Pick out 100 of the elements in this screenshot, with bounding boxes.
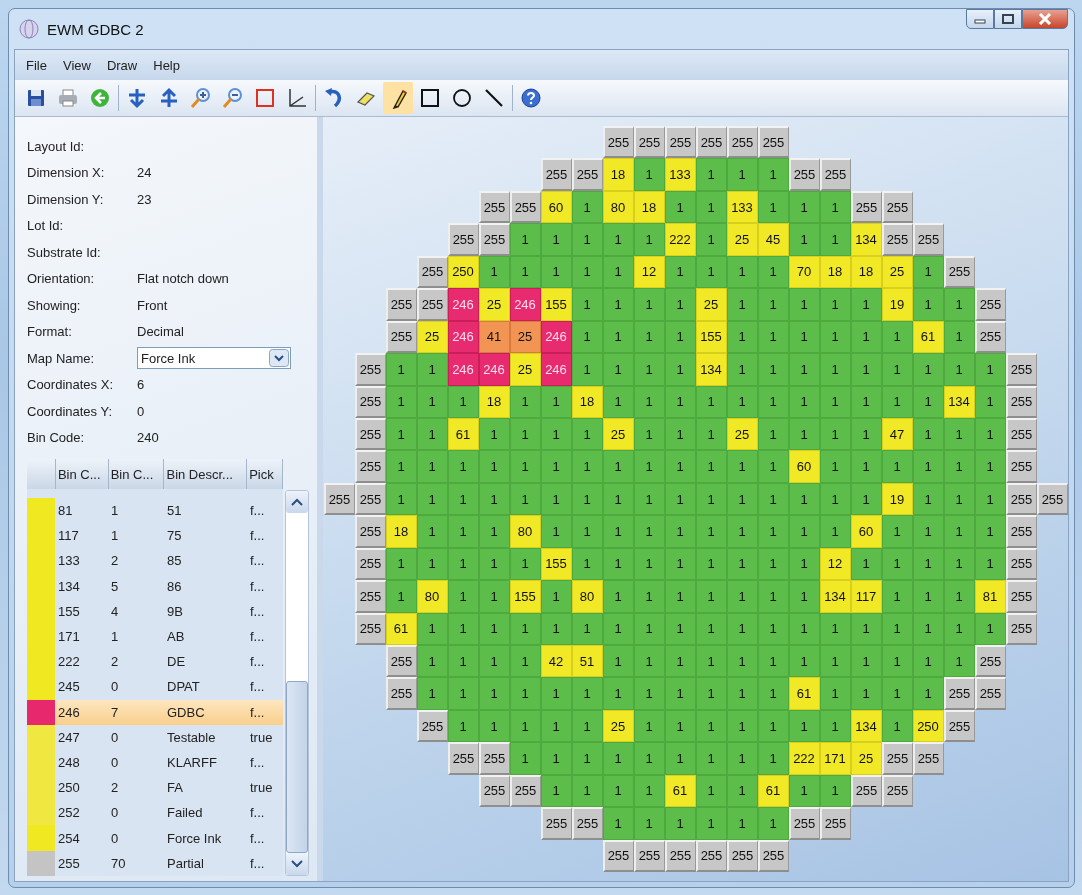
die-cell[interactable]: 1: [943, 450, 975, 483]
die-cell[interactable]: 60: [850, 515, 882, 548]
die-cell[interactable]: 1: [726, 580, 758, 613]
die-cell[interactable]: 1: [726, 742, 758, 775]
die-cell[interactable]: 25: [695, 288, 727, 321]
die-cell[interactable]: 1: [943, 645, 975, 678]
die-cell[interactable]: 1: [695, 158, 727, 191]
menu-item[interactable]: View: [55, 54, 98, 76]
die-cell[interactable]: 1: [416, 677, 448, 710]
die-cell[interactable]: 1: [943, 353, 975, 386]
die-cell[interactable]: 1: [447, 677, 479, 710]
die-cell[interactable]: 1: [788, 580, 820, 613]
die-cell[interactable]: 255: [602, 126, 634, 159]
die-cell[interactable]: 1: [633, 677, 665, 710]
die-cell[interactable]: 255: [478, 742, 510, 775]
die-cell[interactable]: 1: [757, 742, 789, 775]
die-cell[interactable]: 1: [912, 450, 944, 483]
die-cell[interactable]: 255: [571, 807, 603, 840]
die-cell[interactable]: 255: [416, 288, 448, 321]
die-cell[interactable]: 246: [540, 353, 572, 386]
die-cell[interactable]: 1: [943, 288, 975, 321]
die-cell[interactable]: 255: [478, 774, 510, 808]
die-cell[interactable]: 1: [757, 580, 789, 613]
die-cell[interactable]: 255: [1036, 482, 1068, 516]
die-cell[interactable]: 255: [943, 677, 975, 710]
die-cell[interactable]: 255: [385, 320, 417, 354]
die-cell[interactable]: 1: [726, 450, 758, 483]
die-cell[interactable]: 134: [819, 580, 851, 613]
die-cell[interactable]: 1: [478, 515, 510, 548]
die-cell[interactable]: 1: [571, 223, 603, 256]
menu-item[interactable]: Help: [146, 54, 187, 76]
die-cell[interactable]: 1: [540, 223, 572, 256]
die-cell[interactable]: 1: [974, 515, 1006, 548]
die-cell[interactable]: 255: [385, 288, 417, 321]
die-cell[interactable]: 255: [447, 742, 479, 775]
die-cell[interactable]: 222: [788, 742, 820, 775]
table-row[interactable]: 246 7 GDBC f...: [27, 699, 283, 725]
die-cell[interactable]: 1: [819, 677, 851, 710]
die-cell[interactable]: 1: [726, 288, 758, 321]
die-cell[interactable]: 222: [664, 223, 696, 256]
die-cell[interactable]: 1: [602, 645, 634, 678]
column-header[interactable]: Bin Descr...: [164, 459, 248, 489]
table-row[interactable]: 222 2 DE f...: [27, 649, 283, 675]
table-row[interactable]: 254 0 Force Ink f...: [27, 825, 283, 851]
die-cell[interactable]: 1: [664, 677, 696, 710]
die-cell[interactable]: 1: [726, 677, 758, 710]
die-cell[interactable]: 255: [943, 255, 975, 289]
die-cell[interactable]: 1: [695, 742, 727, 775]
die-cell[interactable]: 246: [447, 353, 479, 386]
table-row[interactable]: 247 0 Testable true: [27, 724, 283, 750]
die-cell[interactable]: 1: [571, 515, 603, 548]
die-cell[interactable]: 1: [757, 353, 789, 386]
die-cell[interactable]: 117: [850, 580, 882, 613]
die-cell[interactable]: 1: [912, 353, 944, 386]
die-cell[interactable]: 1: [633, 450, 665, 483]
die-cell[interactable]: 1: [912, 677, 944, 710]
die-cell[interactable]: 45: [757, 223, 789, 256]
table-row[interactable]: 81 1 51 f...: [27, 498, 283, 524]
die-cell[interactable]: 255: [881, 742, 913, 775]
die-cell[interactable]: 1: [757, 288, 789, 321]
die-cell[interactable]: 246: [478, 353, 510, 386]
die-cell[interactable]: 255: [1005, 450, 1037, 483]
die-cell[interactable]: 1: [943, 580, 975, 613]
table-row[interactable]: 155 4 9B f...: [27, 598, 283, 624]
die-cell[interactable]: 1: [385, 353, 417, 386]
die-cell[interactable]: 1: [695, 223, 727, 256]
die-cell[interactable]: 1: [571, 742, 603, 775]
die-cell[interactable]: 134: [695, 353, 727, 386]
die-cell[interactable]: 255: [788, 807, 820, 840]
die-cell[interactable]: 1: [509, 677, 541, 710]
die-cell[interactable]: 1: [912, 288, 944, 321]
die-cell[interactable]: 1: [757, 515, 789, 548]
die-cell[interactable]: 1: [633, 742, 665, 775]
die-cell[interactable]: 255: [354, 612, 386, 645]
die-cell[interactable]: 1: [726, 158, 758, 191]
die-cell[interactable]: 1: [478, 677, 510, 710]
die-cell[interactable]: 255: [974, 677, 1006, 710]
die-cell[interactable]: 1: [757, 807, 789, 840]
die-cell[interactable]: 61: [788, 677, 820, 710]
table-row[interactable]: 134 5 86 f...: [27, 573, 283, 599]
die-cell[interactable]: 1: [540, 677, 572, 710]
die-cell[interactable]: 1: [664, 288, 696, 321]
die-cell[interactable]: 1: [633, 807, 665, 840]
table-row[interactable]: 250 2 FA true: [27, 775, 283, 801]
die-cell[interactable]: 1: [881, 450, 913, 483]
die-cell[interactable]: 1: [571, 677, 603, 710]
die-cell[interactable]: 42: [540, 645, 572, 678]
die-cell[interactable]: 1: [943, 515, 975, 548]
column-header[interactable]: Bin C...: [108, 459, 165, 489]
die-cell[interactable]: 1: [819, 515, 851, 548]
table-row[interactable]: 133 2 85 f...: [27, 548, 283, 574]
die-cell[interactable]: 1: [695, 450, 727, 483]
die-cell[interactable]: 1: [726, 353, 758, 386]
die-cell[interactable]: 1: [602, 515, 634, 548]
die-cell[interactable]: 255: [540, 807, 572, 840]
die-cell[interactable]: 255: [726, 126, 758, 159]
die-cell[interactable]: 1: [664, 742, 696, 775]
die-cell[interactable]: 1: [540, 742, 572, 775]
die-cell[interactable]: 25: [850, 742, 882, 775]
die-cell[interactable]: 1: [664, 807, 696, 840]
